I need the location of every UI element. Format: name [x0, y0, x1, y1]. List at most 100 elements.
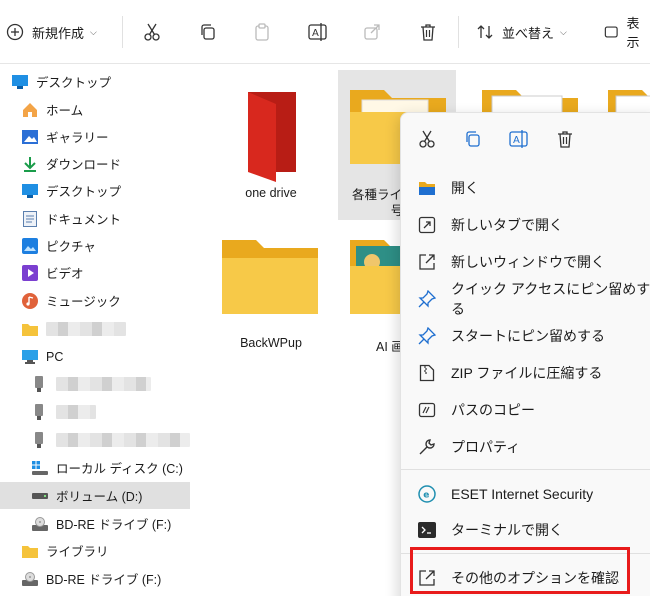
context-item-copy-path[interactable]: パスのコピー: [411, 393, 650, 427]
navigation-pane: デスクトップ ホーム ギャラリー ダウンロード デスクトップ ドキュメント ピク…: [0, 64, 190, 596]
copy-icon: [201, 24, 215, 40]
context-item-properties[interactable]: プロパティ: [411, 430, 650, 464]
file-tile-backwpup[interactable]: BackWPup: [212, 224, 330, 364]
scissors-icon: [419, 130, 435, 148]
sort-button-label: 並べ替え: [502, 25, 555, 41]
redacted-label: [56, 376, 151, 391]
zip-file-icon: [417, 363, 437, 383]
eset-icon: e: [417, 484, 437, 504]
download-icon: [22, 156, 38, 172]
context-delete-button[interactable]: [553, 127, 577, 151]
sidebar-item-usb-3[interactable]: [0, 426, 190, 453]
context-item-label: ESET Internet Security: [451, 486, 594, 502]
context-item-open-new-window[interactable]: 新しいウィンドウで開く: [411, 245, 650, 279]
context-item-open-new-tab[interactable]: 新しいタブで開く: [411, 208, 650, 242]
sidebar-item-label: ミュージック: [46, 295, 121, 309]
context-item-open-terminal[interactable]: ターミナルで開く: [411, 513, 650, 547]
context-cut-button[interactable]: [415, 127, 439, 151]
trash-icon: [558, 131, 572, 148]
sidebar-item-usb-2[interactable]: [0, 398, 190, 425]
document-icon: [22, 210, 38, 227]
sidebar-item-usb-1[interactable]: [0, 370, 190, 397]
redacted-label: [56, 432, 190, 447]
menu-divider: [401, 469, 650, 470]
image-folder-icon: [350, 240, 408, 314]
copy-path-icon: [417, 400, 437, 420]
sidebar-item-label: ビデオ: [46, 267, 84, 281]
folder-icon: [22, 543, 38, 559]
desktop-icon: [22, 183, 38, 199]
folder-icon: [22, 321, 38, 337]
paste-button[interactable]: [252, 0, 272, 64]
rename-button[interactable]: A: [307, 0, 329, 64]
context-rename-button[interactable]: A: [507, 127, 531, 151]
gallery-icon: [22, 129, 38, 145]
rename-icon: A: [509, 130, 528, 148]
sidebar-item-home[interactable]: ホーム: [0, 96, 190, 123]
file-tile-one-drive[interactable]: one drive: [212, 72, 330, 212]
sidebar-item-downloads[interactable]: ダウンロード: [0, 150, 190, 177]
sidebar-item-label: ギャラリー: [46, 131, 109, 145]
context-copy-button[interactable]: [461, 127, 485, 151]
context-item-compress-zip[interactable]: ZIP ファイルに圧縮する: [411, 356, 650, 390]
svg-text:e: e: [423, 491, 429, 501]
sidebar-item-label: デスクトップ: [36, 76, 112, 90]
context-item-pin-start[interactable]: スタートにピン留めする: [411, 319, 650, 353]
view-button-label: 表示: [626, 16, 640, 50]
sidebar-item-videos[interactable]: ビデオ: [0, 259, 190, 286]
sidebar-item-desktop-root[interactable]: デスクトップ: [0, 68, 190, 95]
cut-button[interactable]: [142, 0, 162, 64]
svg-text:A: A: [312, 28, 319, 39]
sidebar-item-label: ボリューム (D:): [56, 490, 143, 504]
command-bar: 新規作成 ⌵ A 並べ替え ⌵ 表示: [0, 0, 650, 64]
sidebar-item-folder-blurred[interactable]: [0, 315, 190, 342]
windows-drive-icon: [32, 460, 48, 476]
sidebar-item-bd-drive-2[interactable]: BD-RE ドライブ (F:): [0, 565, 190, 592]
sidebar-item-pc[interactable]: PC: [0, 343, 190, 370]
file-label: BackWPup: [240, 336, 302, 350]
optical-drive-icon: [22, 571, 38, 587]
context-item-label: 新しいタブで開く: [451, 217, 563, 233]
scissors-icon: [144, 23, 160, 41]
sidebar-item-label: ホーム: [46, 104, 84, 118]
usb-drive-icon: [32, 403, 48, 420]
context-item-eset[interactable]: e ESET Internet Security: [411, 477, 650, 511]
context-item-label: スタートにピン留めする: [451, 328, 605, 344]
sidebar-item-gallery[interactable]: ギャラリー: [0, 123, 190, 150]
context-item-label: パスのコピー: [451, 402, 535, 418]
share-icon: [364, 24, 380, 40]
context-item-label: 新しいウィンドウで開く: [451, 254, 605, 270]
sidebar-item-label: BD-RE ドライブ (F:): [56, 518, 172, 532]
svg-text:A: A: [513, 135, 520, 146]
copy-button[interactable]: [198, 0, 218, 64]
new-button[interactable]: 新規作成 ⌵: [6, 0, 97, 64]
clipboard-icon: [255, 23, 269, 41]
sidebar-item-music[interactable]: ミュージック: [0, 287, 190, 314]
sidebar-item-desktop[interactable]: デスクトップ: [0, 177, 190, 204]
sort-button[interactable]: 並べ替え ⌵: [476, 0, 567, 64]
share-button[interactable]: [362, 0, 382, 64]
sidebar-item-bd-drive[interactable]: BD-RE ドライブ (F:): [0, 510, 190, 537]
sidebar-item-local-disk-c[interactable]: ローカル ディスク (C:): [0, 454, 190, 481]
pictures-icon: [22, 237, 38, 254]
sidebar-item-label: ピクチャ: [46, 240, 96, 254]
context-item-label: 開く: [451, 180, 479, 196]
view-button[interactable]: 表示: [604, 0, 650, 64]
sidebar-item-label: PC: [46, 349, 64, 364]
pin-icon: [417, 289, 437, 309]
sidebar-item-libraries[interactable]: ライブラリ: [0, 537, 190, 564]
delete-button[interactable]: [418, 0, 438, 64]
context-item-label: プロパティ: [451, 439, 521, 455]
drive-icon: [32, 488, 48, 504]
onedrive-folder-icon: [248, 92, 296, 182]
context-item-open[interactable]: 開く: [411, 171, 650, 205]
chevron-down-icon: ⌵: [90, 26, 97, 37]
context-menu-quick-actions: A: [401, 113, 650, 165]
copy-icon: [466, 131, 480, 147]
context-item-pin-quick-access[interactable]: クイック アクセスにピン留めする: [411, 281, 650, 317]
sidebar-item-volume-d[interactable]: ボリューム (D:): [0, 482, 190, 509]
sidebar-item-documents[interactable]: ドキュメント: [0, 205, 190, 232]
sidebar-item-pictures[interactable]: ピクチャ: [0, 232, 190, 259]
file-label: one drive: [245, 186, 297, 200]
sidebar-item-label: ダウンロード: [46, 158, 122, 172]
